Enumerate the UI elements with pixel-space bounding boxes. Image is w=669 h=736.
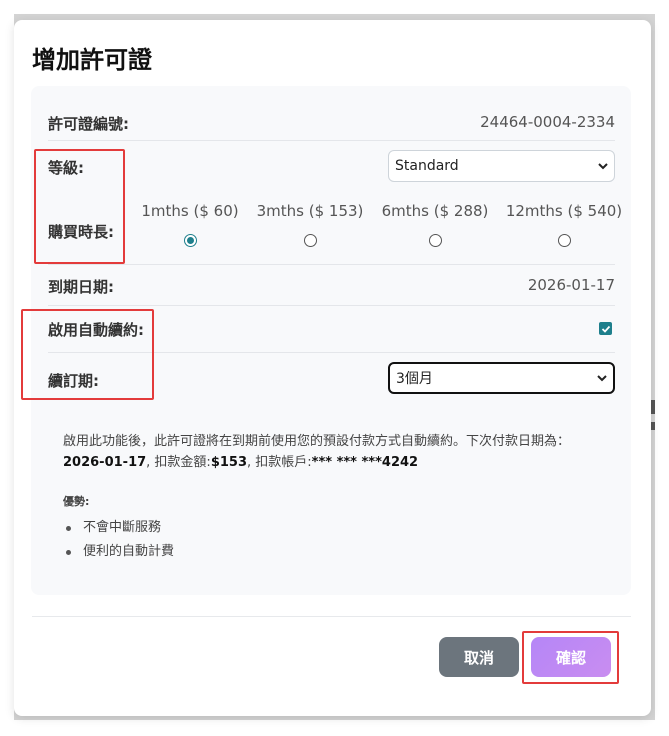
list-item: 不會中斷服務 <box>63 516 174 540</box>
expiry-value: 2026-01-17 <box>527 276 615 294</box>
duration-option-label: 6mths ($ 288) <box>381 202 489 220</box>
confirm-button[interactable]: 確認 <box>531 637 611 677</box>
auto-renew-info: 啟用此功能後，此許可證將在到期前使用您的預設付款方式自動續約。下次付款日期為： 2… <box>63 431 603 473</box>
divider <box>48 305 615 306</box>
divider <box>48 264 615 265</box>
license-number-row: 許可證編號: 24464-0004-2334 <box>48 113 615 133</box>
duration-option-3m[interactable]: 3mths ($ 153) <box>245 202 375 251</box>
background-edge-mark <box>651 400 655 414</box>
chevron-down-icon <box>598 163 608 170</box>
add-license-dialog: 增加許可證 許可證編號: 24464-0004-2334 等級: Standar… <box>14 20 651 716</box>
advantages-list: 不會中斷服務 便利的自動計費 <box>63 516 174 564</box>
license-number-label: 許可證編號: <box>48 115 129 133</box>
duration-option-12m[interactable]: 12mths ($ 540) <box>499 202 629 251</box>
check-icon <box>601 325 610 333</box>
dialog-title: 增加許可證 <box>32 46 152 74</box>
level-select-value: Standard <box>395 158 459 174</box>
renew-period-row: 續訂期: 3個月 <box>48 362 615 394</box>
expiry-row: 到期日期: 2026-01-17 <box>48 276 615 296</box>
auto-renew-label: 啟用自動續約: <box>48 321 144 339</box>
level-row: 等級: Standard <box>48 150 615 182</box>
duration-radio[interactable] <box>428 234 442 247</box>
list-item: 便利的自動計費 <box>63 540 174 564</box>
form-panel: 許可證編號: 24464-0004-2334 等級: Standard 購買時長… <box>31 86 631 595</box>
payment-account: *** *** ***4242 <box>311 455 419 470</box>
renew-period-label: 續訂期: <box>48 372 99 390</box>
duration-option-label: 3mths ($ 153) <box>256 202 364 220</box>
duration-option-1m[interactable]: 1mths ($ 60) <box>125 202 255 251</box>
divider <box>48 140 615 141</box>
info-text: , 扣款金額: <box>146 455 211 470</box>
cancel-button[interactable]: 取消 <box>439 637 519 677</box>
duration-radio[interactable] <box>303 234 317 247</box>
footer-divider <box>32 616 631 617</box>
duration-radio[interactable] <box>183 234 197 247</box>
level-label: 等級: <box>48 159 84 177</box>
duration-radio[interactable] <box>557 234 571 247</box>
next-payment-date: 2026-01-17 <box>63 455 147 470</box>
renew-period-select[interactable]: 3個月 <box>388 362 615 394</box>
info-text: , 扣款帳戶: <box>247 455 312 470</box>
payment-amount: $153 <box>210 455 247 470</box>
auto-renew-row: 啟用自動續約: <box>48 319 615 339</box>
duration-option-label: 12mths ($ 540) <box>505 202 623 220</box>
auto-renew-checkbox[interactable] <box>599 322 612 335</box>
divider <box>48 352 615 353</box>
license-number-value: 24464-0004-2334 <box>480 113 615 131</box>
advantages-title: 優勢: <box>63 495 90 508</box>
info-text: 啟用此功能後，此許可證將在到期前使用您的預設付款方式自動續約。下次付款日期為： <box>63 434 571 449</box>
expiry-label: 到期日期: <box>48 278 114 296</box>
duration-row: 購買時長: 1mths ($ 60) 3mths ($ 153) 6mths (… <box>48 202 622 262</box>
duration-option-label: 1mths ($ 60) <box>141 202 239 220</box>
duration-option-6m[interactable]: 6mths ($ 288) <box>370 202 500 251</box>
chevron-down-icon <box>597 375 607 382</box>
renew-period-select-value: 3個月 <box>396 371 433 387</box>
duration-label: 購買時長: <box>48 223 114 241</box>
level-select[interactable]: Standard <box>388 150 615 182</box>
background-edge-mark <box>651 422 655 430</box>
